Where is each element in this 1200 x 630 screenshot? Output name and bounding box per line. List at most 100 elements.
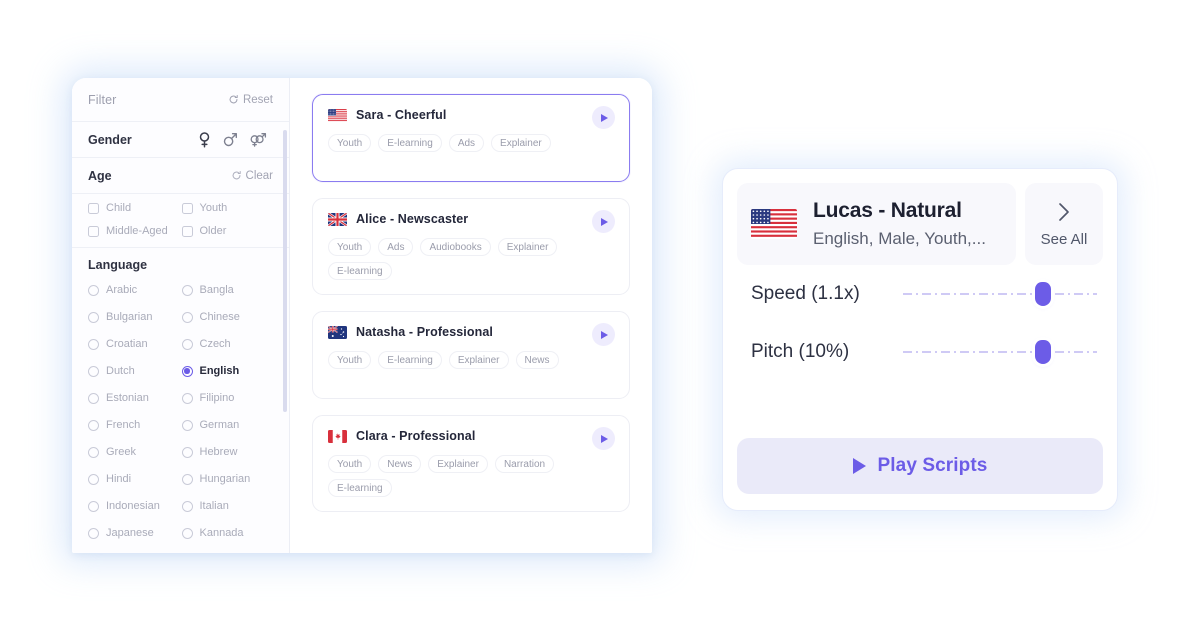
radio-icon[interactable] bbox=[181, 284, 193, 296]
language-option[interactable]: French bbox=[88, 419, 182, 431]
age-option-label: Middle-Aged bbox=[106, 225, 168, 237]
checkbox-icon[interactable] bbox=[88, 225, 99, 237]
voice-tag[interactable]: Ads bbox=[448, 134, 485, 152]
voice-preview-play-button[interactable] bbox=[592, 427, 615, 450]
voice-card[interactable]: Sara - Cheerful Youth E-learning Ads Explain… bbox=[312, 94, 630, 182]
voice-tag[interactable]: Youth bbox=[328, 455, 372, 473]
selected-voice-chip[interactable]: Lucas - Natural English, Male, Youth,... bbox=[737, 183, 1016, 265]
language-option[interactable]: Filipino bbox=[181, 392, 276, 404]
language-option[interactable]: Dutch bbox=[88, 365, 182, 377]
radio-icon[interactable] bbox=[88, 338, 99, 350]
slider-control[interactable] bbox=[903, 281, 1097, 307]
both-gender-icon[interactable] bbox=[250, 132, 267, 147]
language-option[interactable]: Hebrew bbox=[181, 446, 276, 458]
radio-icon[interactable] bbox=[181, 446, 193, 458]
voice-tag[interactable]: Audiobooks bbox=[420, 238, 491, 256]
selected-voice-row: Lucas - Natural English, Male, Youth,...… bbox=[737, 183, 1103, 265]
male-gender-icon[interactable] bbox=[223, 132, 238, 147]
radio-icon[interactable] bbox=[88, 446, 99, 458]
voice-tag[interactable]: E-learning bbox=[378, 351, 442, 369]
radio-icon[interactable] bbox=[181, 392, 193, 404]
play-icon bbox=[601, 330, 608, 339]
radio-icon[interactable] bbox=[88, 527, 99, 539]
language-option[interactable]: Kannada bbox=[181, 527, 276, 539]
voice-preview-play-button[interactable] bbox=[592, 323, 615, 346]
radio-icon[interactable] bbox=[181, 473, 193, 485]
radio-icon[interactable] bbox=[88, 473, 99, 485]
language-option[interactable]: Estonian bbox=[88, 392, 182, 404]
radio-icon[interactable] bbox=[181, 500, 193, 512]
checkbox-icon[interactable] bbox=[181, 202, 193, 214]
voice-preview-play-button[interactable] bbox=[592, 210, 615, 233]
voice-tag[interactable]: E-learning bbox=[328, 262, 392, 280]
voice-tag[interactable]: News bbox=[515, 351, 559, 369]
language-option-label: Bulgarian bbox=[106, 311, 153, 323]
see-all-button[interactable]: See All bbox=[1025, 183, 1103, 265]
language-option[interactable]: Arabic bbox=[88, 284, 182, 296]
voice-card[interactable]: Alice - Newscaster Youth Ads Audiobooks Expl… bbox=[312, 198, 630, 295]
language-option[interactable]: German bbox=[181, 419, 276, 431]
voice-tag[interactable]: E-learning bbox=[378, 134, 442, 152]
voice-tag[interactable]: Explainer bbox=[491, 134, 551, 152]
play-icon bbox=[601, 217, 608, 226]
language-option[interactable]: Czech bbox=[181, 338, 276, 350]
radio-icon[interactable] bbox=[181, 365, 193, 377]
language-option[interactable]: Italian bbox=[181, 500, 276, 512]
slider-control[interactable] bbox=[903, 339, 1097, 365]
filter-scrollbar[interactable] bbox=[283, 130, 287, 412]
voice-preview-play-button[interactable] bbox=[592, 106, 615, 129]
voice-card[interactable]: Natasha - Professional Youth E-learning Exp… bbox=[312, 311, 630, 399]
language-option[interactable]: English bbox=[181, 365, 276, 377]
radio-icon[interactable] bbox=[88, 392, 99, 404]
age-option[interactable]: Child bbox=[88, 202, 182, 214]
radio-icon[interactable] bbox=[181, 338, 193, 350]
language-option[interactable]: Croatian bbox=[88, 338, 182, 350]
voice-tag-list: Youth News Explainer Narration E-learning bbox=[328, 455, 614, 497]
language-option[interactable]: Hungarian bbox=[181, 473, 276, 485]
radio-icon[interactable] bbox=[88, 500, 99, 512]
checkbox-icon[interactable] bbox=[88, 202, 99, 214]
slider-track[interactable] bbox=[903, 351, 1097, 353]
language-option[interactable]: Bulgarian bbox=[88, 311, 182, 323]
play-scripts-button[interactable]: Play Scripts bbox=[737, 438, 1103, 494]
radio-icon[interactable] bbox=[181, 419, 193, 431]
language-option[interactable]: Chinese bbox=[181, 311, 276, 323]
voice-tag[interactable]: Explainer bbox=[448, 351, 509, 369]
radio-icon[interactable] bbox=[88, 284, 99, 296]
voice-name: Clara - Professional bbox=[356, 429, 476, 443]
radio-icon[interactable] bbox=[88, 365, 99, 377]
age-option[interactable]: Older bbox=[181, 225, 276, 237]
radio-icon[interactable] bbox=[181, 311, 193, 323]
age-option[interactable]: Youth bbox=[181, 202, 276, 214]
voice-tag[interactable]: Ads bbox=[378, 238, 414, 256]
age-section-header: Age Clear bbox=[72, 158, 289, 194]
age-option[interactable]: Middle-Aged bbox=[88, 225, 182, 237]
voice-tag[interactable]: Youth bbox=[328, 134, 372, 152]
selected-voice-text: Lucas - Natural English, Male, Youth,... bbox=[813, 199, 986, 249]
voice-tag[interactable]: E-learning bbox=[328, 479, 392, 497]
language-option[interactable]: Hindi bbox=[88, 473, 182, 485]
voice-tag[interactable]: Narration bbox=[494, 455, 555, 473]
language-option[interactable]: Greek bbox=[88, 446, 182, 458]
radio-icon[interactable] bbox=[88, 419, 99, 431]
reset-filters-button[interactable]: Reset bbox=[228, 94, 273, 106]
checkbox-icon[interactable] bbox=[181, 225, 193, 237]
slider-thumb[interactable] bbox=[1034, 340, 1051, 364]
female-gender-icon[interactable] bbox=[198, 131, 211, 148]
voice-card[interactable]: Clara - Professional Youth News Explainer Na… bbox=[312, 415, 630, 512]
language-option[interactable]: Japanese bbox=[88, 527, 182, 539]
voice-tag[interactable]: Explainer bbox=[428, 455, 488, 473]
language-option[interactable]: Bangla bbox=[181, 284, 276, 296]
slider-track[interactable] bbox=[903, 293, 1097, 295]
voice-tag[interactable]: Youth bbox=[328, 351, 372, 369]
voice-tag[interactable]: News bbox=[378, 455, 422, 473]
radio-icon[interactable] bbox=[181, 527, 193, 539]
voice-tag[interactable]: Youth bbox=[328, 238, 372, 256]
voice-tag[interactable]: Explainer bbox=[497, 238, 558, 256]
slider-thumb[interactable] bbox=[1034, 282, 1051, 306]
language-option[interactable]: Indonesian bbox=[88, 500, 182, 512]
language-option-label: Hindi bbox=[106, 473, 132, 485]
us-flag-icon bbox=[751, 209, 797, 239]
clear-age-button[interactable]: Clear bbox=[231, 170, 273, 182]
radio-icon[interactable] bbox=[88, 311, 99, 323]
